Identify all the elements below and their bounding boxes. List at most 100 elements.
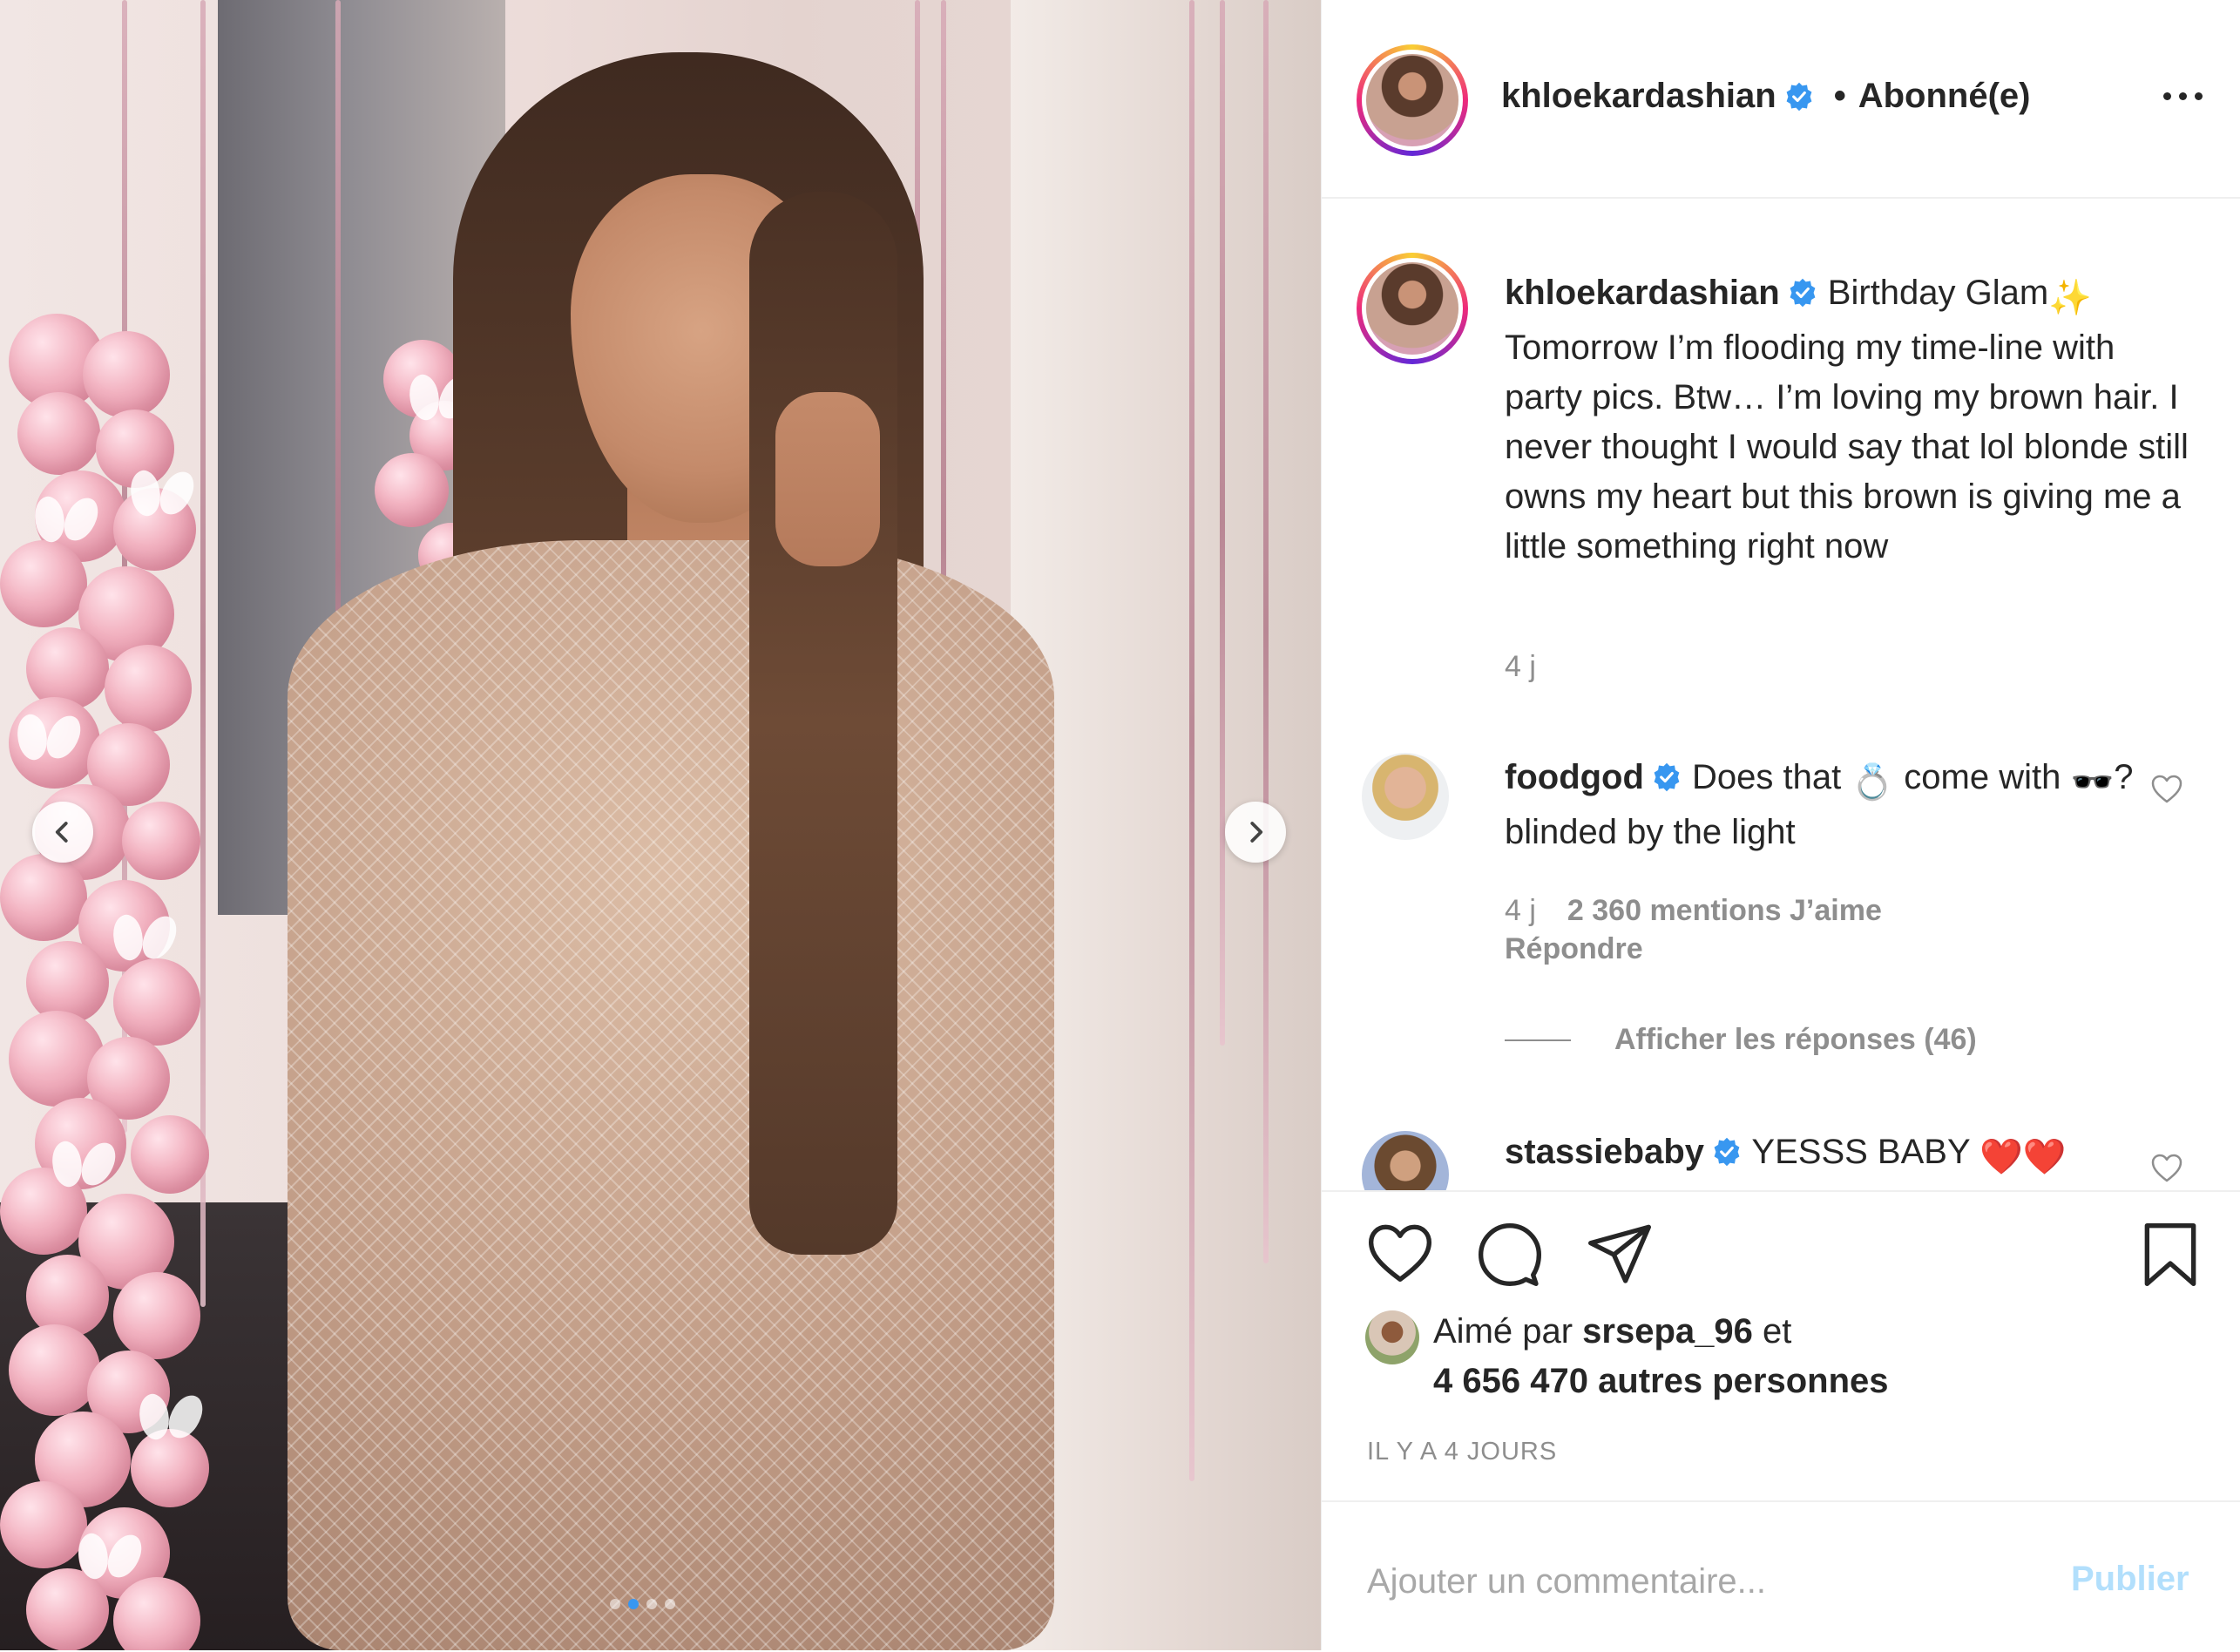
comment-reply-row: Répondre <box>1505 932 1643 966</box>
photo-hair-front <box>749 192 897 1255</box>
balloon <box>0 1481 87 1568</box>
paper-butterfly <box>131 471 192 516</box>
comment-meta: 4 j 2 360 mentions J’aime <box>1505 894 1882 928</box>
likes-connector: et <box>1752 1312 1792 1351</box>
bullet-separator: • <box>1833 77 1846 115</box>
caption-author-avatar[interactable] <box>1357 253 1468 364</box>
carousel-prev-button[interactable] <box>32 802 93 863</box>
carousel-dot <box>665 1599 675 1609</box>
view-replies-button[interactable]: Afficher les réponses (46) <box>1505 1023 1977 1057</box>
verified-badge-icon <box>1786 82 1812 111</box>
post-header: khloekardashian • Abonné(e) <box>1322 0 2240 199</box>
sunglasses-emoji: 🕶️ <box>2070 763 2115 802</box>
carousel-dot <box>610 1599 620 1609</box>
post-side-panel: khloekardashian • Abonné(e) khloekardashi… <box>1321 0 2240 1650</box>
balloon <box>26 627 109 710</box>
likes-count-link[interactable]: 4 656 470 autres personnes <box>1433 1362 1889 1400</box>
balloon <box>0 540 87 627</box>
balloon <box>26 1255 109 1337</box>
verified-badge-icon <box>1714 1137 1740 1167</box>
comment-text: Does that <box>1682 758 1851 796</box>
caption-age-text: 4 j <box>1505 650 1536 683</box>
balloon <box>26 1568 109 1650</box>
caption: khloekardashian Birthday Glam✨ Tomorrow I… <box>1505 268 2202 572</box>
paper-butterfly <box>52 1141 113 1187</box>
caption-username[interactable]: khloekardashian <box>1505 274 1780 312</box>
chevron-left-icon <box>55 822 68 843</box>
comment-stassiebaby: stassiebaby YESSS BABY ❤️❤️ <box>1505 1127 2202 1182</box>
follow-status-button[interactable]: • Abonné(e) <box>1834 77 2031 116</box>
avatar-image <box>1366 262 1458 355</box>
ellipsis-icon <box>2178 91 2187 100</box>
paper-butterfly <box>17 714 78 760</box>
comments-list[interactable]: khloekardashian Birthday Glam✨ Tomorrow I… <box>1322 197 2240 1190</box>
more-options-button[interactable] <box>2156 78 2209 113</box>
likes-summary: Aimé par srsepa_96 et 4 656 470 autres p… <box>1365 1307 1889 1406</box>
balloon <box>9 1324 100 1416</box>
paper-butterfly <box>78 1534 139 1579</box>
caption-text: Birthday Glam <box>1817 274 2049 312</box>
author-username[interactable]: khloekardashian <box>1501 77 1776 116</box>
commenter-avatar[interactable] <box>1362 753 1449 840</box>
balloon <box>113 1272 200 1359</box>
caption-text: Tomorrow I’m flooding my time-line with … <box>1505 328 2189 565</box>
photo-hand <box>775 392 880 566</box>
comment-like-heart-icon[interactable] <box>2149 772 2184 807</box>
paper-butterfly <box>113 915 174 960</box>
balloon <box>105 645 192 732</box>
paper-butterfly <box>139 1394 200 1439</box>
sparkles-emoji: ✨ <box>2048 279 2093 317</box>
reply-button[interactable]: Répondre <box>1505 932 1643 965</box>
comment-likes-count[interactable]: 2 360 mentions J’aime <box>1567 894 1882 927</box>
balloon <box>0 854 87 941</box>
carousel-dot-active <box>628 1599 639 1609</box>
streamer <box>1189 0 1194 1481</box>
commenter-avatar[interactable] <box>1362 1131 1449 1190</box>
red-heart-emoji: ❤️❤️ <box>1979 1138 2067 1176</box>
follow-status-label: Abonné(e) <box>1858 77 2031 115</box>
chevron-right-icon <box>1250 822 1263 843</box>
balloon <box>113 958 200 1046</box>
carousel-indicator <box>610 1599 675 1609</box>
comment-age: 4 j <box>1505 894 1536 927</box>
post-timestamp[interactable]: IL Y A 4 JOURS <box>1367 1438 1557 1466</box>
liker-username[interactable]: srsepa_96 <box>1582 1312 1753 1351</box>
comment-username[interactable]: stassiebaby <box>1505 1133 1704 1171</box>
add-comment-bar: Publier <box>1322 1500 2240 1652</box>
post-photo[interactable] <box>0 0 1321 1650</box>
verified-badge-icon <box>1790 278 1816 308</box>
avatar-image <box>1366 54 1458 146</box>
heart-icon[interactable] <box>1365 1220 1435 1290</box>
likes-text: Aimé par srsepa_96 et 4 656 470 autres p… <box>1433 1307 1889 1406</box>
author-name-row: khloekardashian • Abonné(e) <box>1501 77 2030 116</box>
comment-text: YESSS BABY <box>1743 1133 1980 1171</box>
balloon <box>131 1429 209 1507</box>
bookmark-icon[interactable] <box>2135 1220 2205 1290</box>
publish-button[interactable]: Publier <box>2071 1560 2189 1599</box>
author-avatar[interactable] <box>1357 44 1468 156</box>
comment-foodgod: foodgod Does that 💍 come with 🕶️? blinde… <box>1505 753 2202 857</box>
streamer <box>1220 0 1225 1046</box>
comment-like-heart-icon[interactable] <box>2149 1151 2184 1186</box>
caption-age: 4 j <box>1505 650 1536 684</box>
paper-butterfly <box>35 497 96 542</box>
balloon <box>375 453 449 527</box>
carousel-next-button[interactable] <box>1225 802 1286 863</box>
ellipsis-icon <box>2162 91 2171 100</box>
ring-emoji: 💍 <box>1851 763 1895 802</box>
comment-bubble-icon[interactable] <box>1475 1220 1545 1290</box>
balloon <box>83 331 170 418</box>
streamer <box>1263 0 1269 1263</box>
comment-input[interactable] <box>1365 1554 2066 1608</box>
paper-plane-icon[interactable] <box>1585 1220 1655 1290</box>
streamer <box>200 0 206 1307</box>
balloon <box>131 1115 209 1194</box>
liker-avatar[interactable] <box>1365 1310 1419 1364</box>
comment-text: come with <box>1894 758 2071 796</box>
carousel-dot <box>646 1599 657 1609</box>
comment-username[interactable]: foodgod <box>1505 758 1644 796</box>
balloon <box>17 392 100 475</box>
likes-prefix: Aimé par <box>1433 1312 1583 1351</box>
view-replies-label: Afficher les réponses (46) <box>1614 1023 1977 1056</box>
photo-dress <box>288 540 1054 1650</box>
